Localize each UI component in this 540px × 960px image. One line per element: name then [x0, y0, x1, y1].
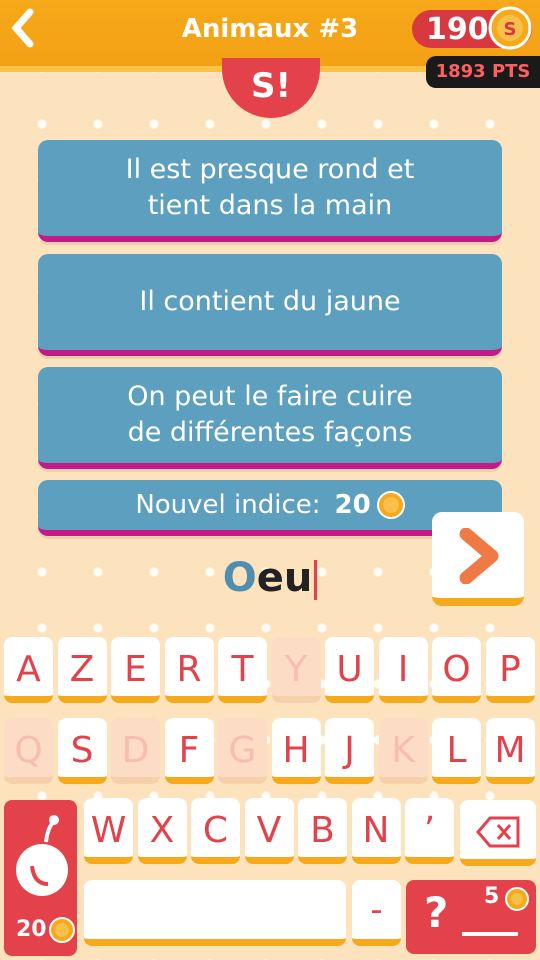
key-y[interactable]: Y [271, 637, 321, 703]
clue-line: Il est presque rond et [125, 154, 415, 185]
clue-card-3: On peut le faire cuire de différentes fa… [38, 367, 502, 469]
coin-icon [49, 917, 75, 943]
key-e[interactable]: E [111, 637, 160, 703]
space-key[interactable] [84, 880, 346, 946]
key-c[interactable]: C [191, 798, 240, 864]
logo: S! [222, 58, 320, 118]
hint-cost: 20 [334, 490, 371, 520]
bomb-cost: 20 [16, 917, 47, 942]
clue-line: tient dans la main [147, 190, 393, 221]
key-r[interactable]: R [164, 637, 214, 703]
key-k[interactable]: K [378, 718, 428, 784]
key-n[interactable]: N [351, 798, 401, 864]
text-cursor [314, 560, 318, 600]
game-screen: Animaux #3 190 S 1893 PTS S! Il est pres… [0, 0, 540, 960]
answer-first-letter: O [222, 555, 257, 601]
bomb-icon [16, 815, 68, 896]
key-o[interactable]: O [432, 637, 481, 703]
key-d[interactable]: D [111, 718, 160, 784]
bomb-button[interactable]: 20 [4, 800, 77, 956]
help-button[interactable]: ? 5 [406, 880, 536, 954]
key-b[interactable]: B [298, 798, 347, 864]
svg-text:S: S [504, 19, 517, 40]
clue-card-1: Il est presque rond et tient dans la mai… [38, 140, 502, 242]
key-w[interactable]: W [84, 798, 133, 864]
key-f[interactable]: F [164, 718, 214, 784]
key-p[interactable]: P [485, 637, 535, 703]
backspace-key[interactable] [460, 800, 536, 866]
clue-line: On peut le faire cuire [127, 381, 413, 412]
help-underline [462, 932, 518, 936]
help-cost: 5 [484, 884, 500, 909]
key-x[interactable]: X [137, 798, 187, 864]
key-h[interactable]: H [271, 718, 321, 784]
key-u[interactable]: U [325, 637, 374, 703]
coin-icon [505, 887, 529, 911]
submit-button[interactable] [432, 512, 524, 606]
backspace-icon [476, 816, 520, 848]
key-s[interactable]: S [57, 718, 107, 784]
clue-line: de différentes façons [127, 417, 413, 448]
key-j[interactable]: J [325, 718, 374, 784]
question-icon: ? [424, 888, 449, 937]
hint-label: Nouvel indice: [135, 490, 321, 520]
key-apostrophe[interactable]: ’ [405, 798, 454, 864]
points-badge: 1893 PTS [426, 56, 540, 88]
clue-card-2: Il contient du jaune [38, 254, 502, 356]
key-m[interactable]: M [485, 718, 535, 784]
key-a[interactable]: A [4, 637, 53, 703]
key-g[interactable]: G [218, 718, 267, 784]
coin-icon [376, 491, 405, 519]
key-i[interactable]: I [378, 637, 428, 703]
key-q[interactable]: Q [4, 718, 53, 784]
hyphen-key[interactable]: - [352, 880, 401, 946]
key-t[interactable]: T [218, 637, 267, 703]
key-l[interactable]: L [432, 718, 481, 784]
coin-count: 190 [426, 12, 489, 47]
answer-typed: eu [256, 555, 313, 601]
chevron-right-icon [459, 528, 499, 584]
key-v[interactable]: V [244, 798, 294, 864]
clue-line: Il contient du jaune [139, 286, 401, 317]
coin-icon: S [488, 6, 532, 50]
key-z[interactable]: Z [57, 637, 107, 703]
